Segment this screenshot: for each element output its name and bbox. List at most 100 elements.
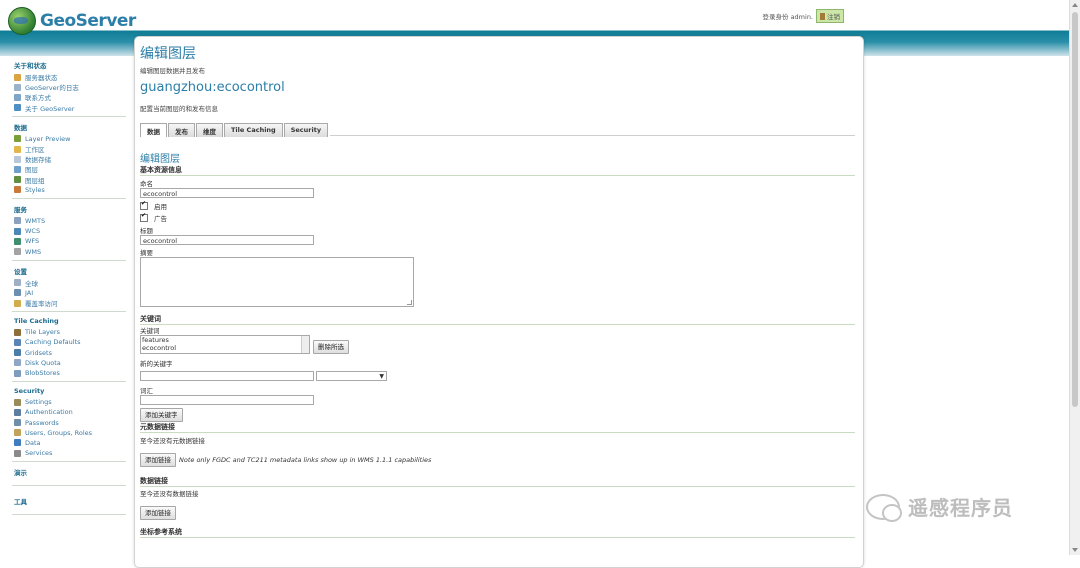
nav-section-title[interactable]: 关于和状态 <box>14 60 126 70</box>
sidebar-item[interactable]: 工作区 <box>12 144 126 154</box>
brand-name: GeoServer <box>40 11 136 31</box>
sidebar-item[interactable]: Settings <box>12 397 126 407</box>
add-data-link-button[interactable]: 添加链接 <box>140 506 176 520</box>
nav-section-title[interactable]: 服务 <box>14 204 126 214</box>
tab-4[interactable]: Security <box>283 123 329 137</box>
sidebar-item-label: 全球 <box>25 279 38 288</box>
sidebar-item[interactable]: BlobStores <box>12 368 126 378</box>
sidebar-item-label: JAI <box>25 288 34 297</box>
sidebar-item[interactable]: Tile Layers <box>12 327 126 337</box>
sidebar-item[interactable]: WMTS <box>12 216 126 226</box>
sidebar-item-label: 工作区 <box>25 146 45 155</box>
layer-description: 配置当前图层的和发布信息 <box>140 105 218 113</box>
nav-section-title[interactable]: 工具 <box>14 496 126 506</box>
sidebar-item[interactable]: 服务器状态 <box>12 72 126 82</box>
sidebar-item[interactable]: Data <box>12 438 126 448</box>
advertised-checkbox[interactable]: 广告 <box>140 212 855 224</box>
enabled-checkbox[interactable]: 启用 <box>140 200 855 212</box>
add-metadata-link-button[interactable]: 添加链接 <box>140 453 176 467</box>
sidebar-item[interactable]: 图层 <box>12 164 126 174</box>
logout-button[interactable]: 注销 <box>816 9 844 23</box>
scroll-down-icon[interactable] <box>1072 548 1078 552</box>
tab-2[interactable]: 维度 <box>196 123 223 137</box>
sidebar-item[interactable]: Users, Groups, Roles <box>12 428 126 438</box>
nav-section-title[interactable]: Security <box>14 387 126 395</box>
keywords-title: 关键词 <box>140 315 855 325</box>
tab-1[interactable]: 发布 <box>168 123 195 137</box>
menu-item-icon <box>14 419 21 427</box>
page-description: 编辑图层数据并且发布 <box>140 67 205 75</box>
keywords-label: 关键词 <box>140 327 160 335</box>
page-scrollbar[interactable] <box>1069 0 1080 555</box>
menu-item-icon <box>14 145 21 153</box>
sidebar-item[interactable]: 全球 <box>12 278 126 288</box>
menu-item-icon <box>14 439 21 447</box>
menu-item-icon <box>14 227 21 235</box>
menu-item-icon <box>14 398 21 406</box>
menu-item-icon <box>14 429 21 437</box>
sidebar-item[interactable]: Authentication <box>12 407 126 417</box>
sidebar-item-label: BlobStores <box>25 369 60 378</box>
language-select[interactable]: ▼ <box>316 371 387 381</box>
login-status: 登录身份 admin. 注销 <box>762 9 844 23</box>
name-input[interactable]: ecocontrol <box>140 188 314 198</box>
nav-section-title[interactable]: 演示 <box>14 467 126 477</box>
title-input[interactable]: ecocontrol <box>140 235 314 245</box>
sidebar-item[interactable]: Layer Preview <box>12 134 126 144</box>
sidebar-item[interactable]: Gridsets <box>12 348 126 358</box>
wechat-icon <box>866 493 902 522</box>
menu-item-icon <box>14 176 21 184</box>
advertised-label: 广告 <box>154 215 167 223</box>
vocabulary-input[interactable] <box>140 395 314 405</box>
geoserver-logo[interactable]: GeoServer <box>8 7 136 35</box>
logout-label: 注销 <box>827 13 840 21</box>
page-title: 编辑图层 <box>140 46 196 62</box>
sidebar-item[interactable]: WMS <box>12 246 126 256</box>
sidebar-item-label: Caching Defaults <box>25 338 81 347</box>
door-icon <box>820 12 825 20</box>
sidebar-item[interactable]: 覆盖率访问 <box>12 298 126 308</box>
sidebar-item-label: WMTS <box>25 216 46 225</box>
sidebar-item[interactable]: Disk Quota <box>12 358 126 368</box>
crs-title: 坐标参考系统 <box>140 528 855 538</box>
menu-item-icon <box>14 217 21 225</box>
remove-selected-button[interactable]: 删除所选 <box>313 340 349 354</box>
keywords-list[interactable]: features ecocontrol <box>140 335 310 354</box>
sidebar-item[interactable]: 图层组 <box>12 175 126 185</box>
menu-item-icon <box>14 349 21 357</box>
add-keyword-button[interactable]: 添加关键字 <box>140 408 183 422</box>
nav-section: 设置全球 JAI 覆盖率访问 <box>12 266 126 313</box>
sidebar-item[interactable]: 关于 GeoServer <box>12 103 126 113</box>
keyword-option[interactable]: ecocontrol <box>142 344 309 352</box>
new-keyword-input[interactable] <box>140 371 314 381</box>
nav-section-title[interactable]: 数据 <box>14 122 126 132</box>
tab-3[interactable]: Tile Caching <box>224 123 283 137</box>
sidebar-item[interactable]: Styles <box>12 185 126 195</box>
sidebar-item[interactable]: WFS <box>12 236 126 246</box>
vocabulary-label: 词汇 <box>140 387 153 395</box>
data-links-title: 数据链接 <box>140 477 855 487</box>
sidebar-item[interactable]: Passwords <box>12 418 126 428</box>
keyword-option[interactable]: features <box>142 336 309 344</box>
sidebar: 关于和状态服务器状态 GeoServer的日志 联系方式 关于 GeoServer 数据… <box>12 60 126 525</box>
abstract-textarea[interactable] <box>140 257 414 307</box>
sidebar-item[interactable]: 数据存储 <box>12 154 126 164</box>
sidebar-item[interactable]: 联系方式 <box>12 92 126 102</box>
scroll-up-icon[interactable] <box>1072 3 1078 7</box>
scroll-thumb[interactable] <box>1072 12 1078 407</box>
enabled-label: 启用 <box>154 203 167 211</box>
sidebar-item[interactable]: JAI <box>12 288 126 298</box>
sidebar-item[interactable]: WCS <box>12 226 126 236</box>
nav-section-title[interactable]: 设置 <box>14 266 126 276</box>
sidebar-item-label: WMS <box>25 247 42 256</box>
sidebar-item-label: WFS <box>25 237 40 246</box>
sidebar-item[interactable]: Services <box>12 448 126 458</box>
tab-0[interactable]: 数据 <box>140 123 167 137</box>
nav-section: 数据 Layer Preview 工作区 数据存储 图层 图层组 Styles <box>12 122 126 199</box>
nav-section-title[interactable]: Tile Caching <box>14 317 126 325</box>
list-scrollbar[interactable] <box>301 336 309 353</box>
login-text: 登录身份 admin. <box>762 13 814 21</box>
sidebar-item[interactable]: Caching Defaults <box>12 337 126 347</box>
layer-name-heading: guangzhou:ecocontrol <box>140 80 285 95</box>
sidebar-item[interactable]: GeoServer的日志 <box>12 82 126 92</box>
